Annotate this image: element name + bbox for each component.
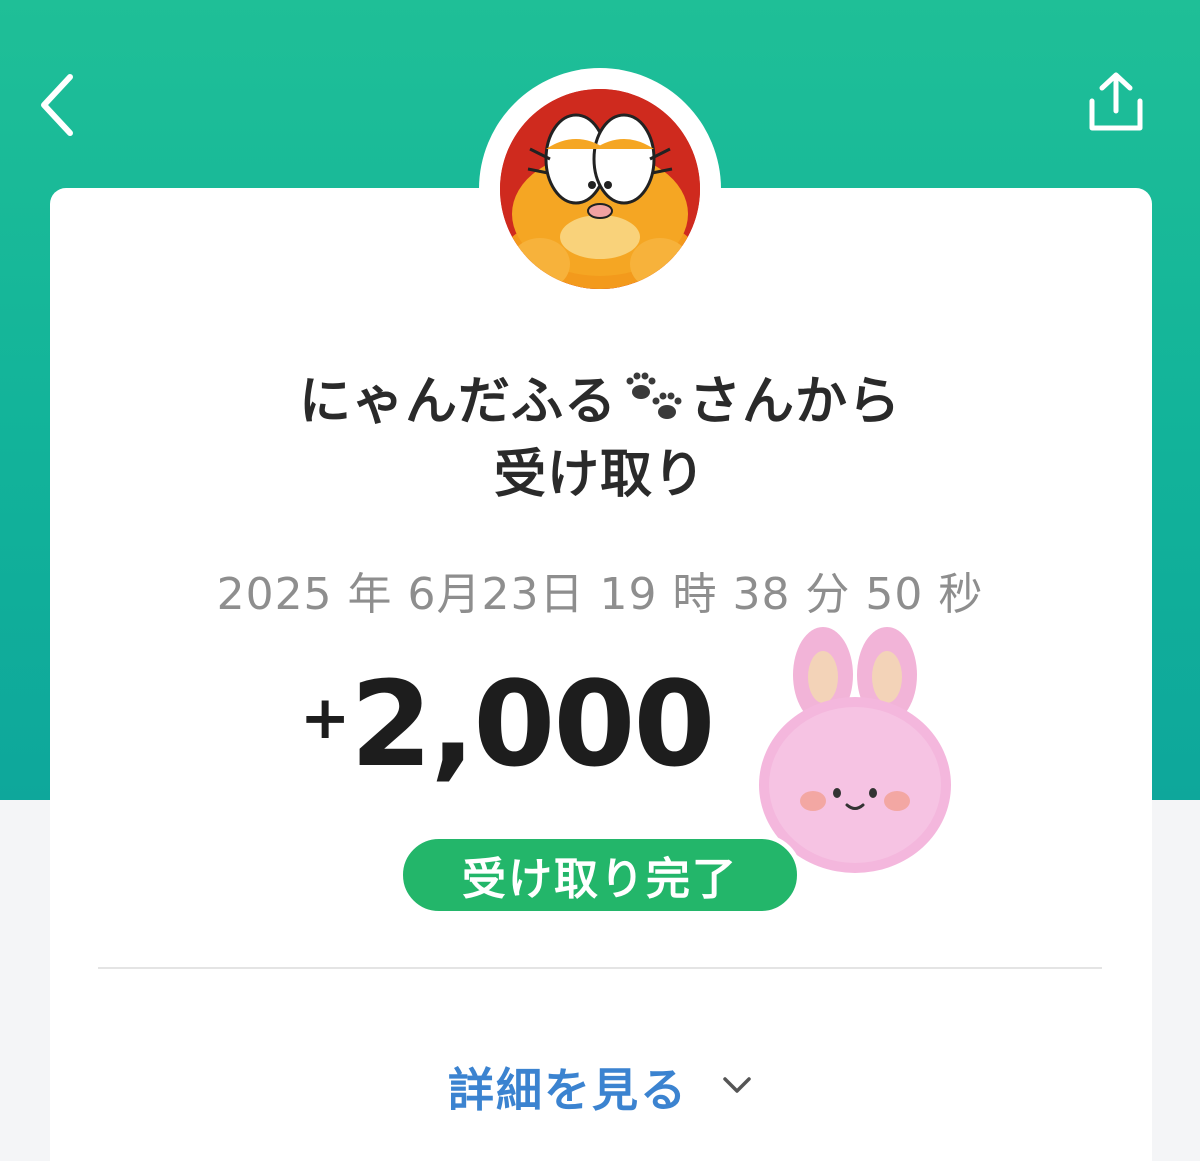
- sender-name: にゃんだふる: [298, 372, 617, 432]
- divider: [98, 967, 1102, 969]
- sender-avatar[interactable]: [500, 89, 700, 289]
- chevron-left-icon: [41, 74, 73, 136]
- amount-value: 2,000: [350, 655, 715, 793]
- status-badge: 受け取り完了: [398, 834, 802, 916]
- title-line-1: にゃんだふる さんから: [0, 368, 1200, 441]
- transaction-datetime: 2025 年 6月23日 19 時 38 分 50 秒: [216, 569, 984, 620]
- paw-prints-icon: [621, 370, 685, 441]
- from-suffix: さんから: [689, 372, 902, 432]
- cat-avatar: [500, 89, 700, 289]
- share-button[interactable]: [1080, 66, 1152, 138]
- receipt-screen: にゃんだふる さんから 受け取り 2025 年 6月23日 19 時 38 分 …: [0, 0, 1200, 1161]
- share-upload-icon: [1089, 72, 1143, 131]
- amount-sign: +: [300, 683, 351, 753]
- view-details-button[interactable]: 詳細を見る: [0, 1052, 1200, 1122]
- back-button[interactable]: [28, 70, 88, 140]
- title-line-2: 受け取り: [493, 444, 706, 505]
- chevron-down-icon: [722, 1076, 752, 1098]
- view-details-label: 詳細を見る: [448, 1063, 688, 1117]
- pink-bunny-sticker: [759, 627, 951, 873]
- amount: +2,000: [300, 655, 716, 795]
- transaction-title: にゃんだふる さんから 受け取り: [0, 368, 1200, 509]
